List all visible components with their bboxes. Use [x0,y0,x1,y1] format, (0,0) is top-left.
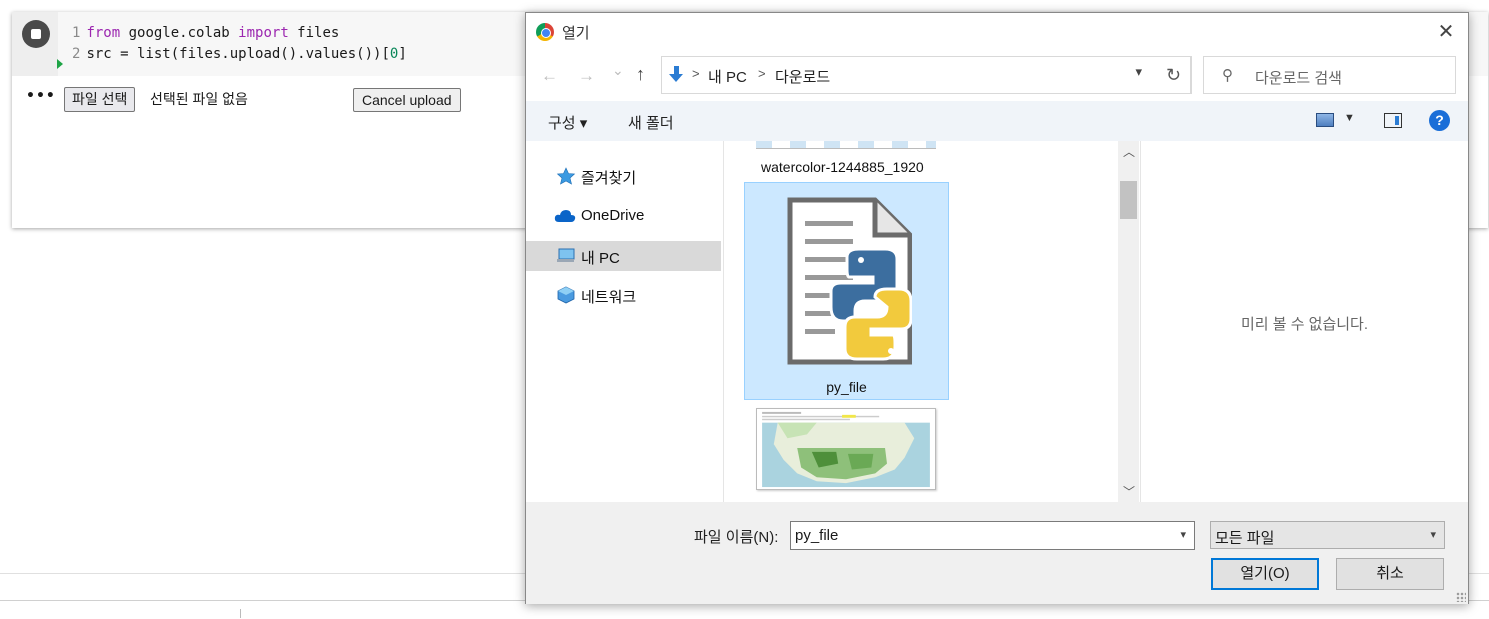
line-number: 1 [72,25,81,41]
help-icon[interactable]: ? [1429,110,1450,131]
search-icon: ⚲ [1222,67,1233,84]
breadcrumb-separator: > [692,66,700,81]
no-file-text: 선택된 파일 없음 [150,91,248,107]
code-text: src = list(files.upload().values())[ [86,46,390,62]
star-icon [556,167,576,185]
file-list: watercolor-1244885_1920 py_file [724,141,1118,502]
sidebar-item-label: OneDrive [581,207,645,224]
file-name[interactable]: watercolor-1244885_1920 [761,159,924,175]
filename-input[interactable]: py_file ▾ [790,521,1195,550]
keyword: import [238,25,289,41]
divider [240,609,241,618]
keyword: from [86,25,121,41]
sidebar-item-label: 네트워크 [581,289,637,306]
sidebar-item-label: 내 PC [581,250,620,267]
sidebar-item-this-pc[interactable]: 내 PC [526,241,721,271]
image-thumbnail[interactable] [756,141,936,149]
breadcrumb-this-pc[interactable]: 내 PC [708,66,747,87]
organize-menu[interactable]: 구성 ▾ [548,112,587,133]
code-text: ] [398,46,407,62]
filename-label: 파일 이름(N): [694,529,779,546]
sidebar-item-label: 즐겨찾기 [581,170,637,187]
map-image-thumbnail[interactable] [756,408,936,490]
new-folder-button[interactable]: 새 폴더 [628,112,674,133]
sidebar-item-onedrive[interactable]: OneDrive [526,201,721,231]
breadcrumb-downloads[interactable]: 다운로드 [775,66,830,87]
download-icon [669,66,683,84]
vertical-scrollbar[interactable]: ︿ ﹀ [1118,141,1139,502]
navigation-pane: 즐겨찾기 OneDrive 내 PC 네트워크 [526,141,724,502]
code-text: google.colab [120,25,239,41]
recent-locations-chevron-icon[interactable]: ⌄ [612,62,624,79]
cloud-icon [554,210,576,222]
chevron-down-icon[interactable]: ▾ [1135,64,1142,80]
code-line-2: 2 src = list(files.upload().values())[0] [72,44,407,64]
file-type-value: 모든 파일 [1215,530,1275,547]
current-line-marker-icon [57,59,63,69]
filename-value: py_file [795,527,839,544]
stop-icon [31,29,41,39]
view-mode-icon[interactable] [1316,113,1334,127]
chrome-icon [536,23,554,41]
sidebar-item-favorites[interactable]: 즐겨찾기 [526,161,721,191]
cancel-upload-button[interactable]: Cancel upload [353,88,461,112]
breadcrumb-separator: > [758,66,766,81]
dialog-titlebar[interactable]: 열기 ✕ [526,13,1468,51]
python-file-icon [787,197,912,365]
address-bar[interactable]: > 내 PC > 다운로드 ▾ [661,56,1191,94]
computer-icon [557,248,575,262]
scroll-up-icon[interactable]: ︿ [1123,143,1135,160]
code-line-1: 1 from google.colab import files [72,23,339,43]
resize-grip-icon[interactable] [1456,592,1466,602]
command-toolbar: 구성 ▾ 새 폴더 ▼ ? [526,101,1468,141]
open-button[interactable]: 열기(O) [1211,558,1319,590]
choose-file-button[interactable]: 파일 선택 [64,87,136,112]
back-arrow-icon[interactable]: ← [541,66,558,86]
preview-pane: 미리 볼 수 없습니다. [1140,141,1468,502]
dialog-footer: 파일 이름(N): py_file ▾ 모든 파일 ▾ 열기(O) 취소 [526,502,1468,604]
chevron-down-icon: ▾ [1430,529,1436,541]
network-icon [557,286,575,304]
cancel-button[interactable]: 취소 [1336,558,1444,590]
open-file-dialog: 열기 ✕ ← → ⌄ ↑ > 내 PC > 다운로드 ▾ ↻ ⚲ 다운로드 검색… [525,12,1469,604]
sidebar-item-network[interactable]: 네트워크 [526,280,721,310]
stop-execution-button[interactable] [22,20,50,48]
search-placeholder: 다운로드 검색 [1255,70,1342,87]
close-icon[interactable]: ✕ [1434,19,1458,44]
forward-arrow-icon[interactable]: → [578,66,595,86]
search-input[interactable]: ⚲ 다운로드 검색 [1203,56,1456,94]
scroll-down-icon[interactable]: ﹀ [1123,483,1135,500]
line-number: 2 [72,46,81,62]
file-name: py_file [826,379,867,395]
output-menu-button[interactable]: ••• [26,88,56,104]
view-mode-dropdown-icon[interactable]: ▼ [1344,112,1355,124]
file-item-selected[interactable]: py_file [744,182,949,400]
navigation-bar: ← → ⌄ ↑ > 내 PC > 다운로드 ▾ ↻ ⚲ 다운로드 검색 [526,51,1468,101]
up-arrow-icon[interactable]: ↑ [636,64,645,85]
preview-unavailable-text: 미리 볼 수 없습니다. [1240,316,1369,333]
chevron-down-icon[interactable]: ▾ [1180,528,1186,541]
scrollbar-thumb[interactable] [1120,181,1137,219]
dialog-title: 열기 [562,25,590,42]
code-text: files [288,25,340,41]
cell-gutter [12,12,58,76]
preview-pane-icon[interactable] [1384,113,1402,128]
refresh-button[interactable]: ↻ [1156,56,1192,94]
file-type-select[interactable]: 모든 파일 ▾ [1210,521,1445,549]
